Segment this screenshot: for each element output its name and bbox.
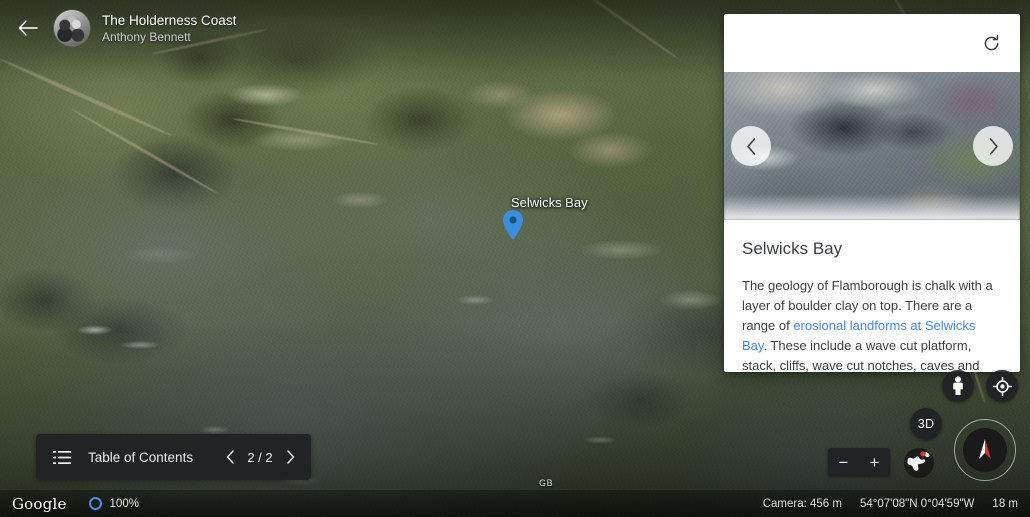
camera-altitude-label: Camera: 456 m (763, 498, 842, 510)
zoom-control: − + (828, 448, 890, 476)
refresh-icon[interactable] (978, 30, 1004, 56)
description-text-part2: . These include a wave cut platform, sta… (742, 338, 980, 372)
map-place-label: Selwicks Bay (511, 195, 588, 210)
google-earth-app: Selwicks Bay GB The Holderness Coast Ant… (0, 0, 1030, 517)
toc-page-counter: 2 / 2 (243, 450, 277, 465)
photo-next-button[interactable] (973, 126, 1013, 166)
loading-progress: 100% (89, 497, 139, 510)
table-of-contents-label: Table of Contents (82, 450, 217, 465)
card-photo-bottom-fade (724, 194, 1020, 220)
card-body: Selwicks Bay The geology of Flamborough … (724, 220, 1020, 372)
project-author-label: Anthony Bennett (102, 29, 236, 45)
zoom-out-button[interactable]: − (831, 449, 857, 475)
my-location-icon[interactable] (986, 370, 1018, 402)
status-bar: Google 100% Camera: 456 m 54°07'08"N 0°0… (0, 490, 1030, 517)
photo-prev-button[interactable] (731, 126, 771, 166)
loading-progress-ring (89, 497, 102, 510)
card-description: The geology of Flamborough is chalk with… (742, 276, 1002, 372)
table-of-contents-bar: Table of Contents 2 / 2 (36, 434, 311, 480)
status-right-group: Camera: 456 m 54°07'08"N 0°04'59"W 18 m (763, 498, 1018, 510)
toc-prev-button[interactable] (217, 442, 243, 472)
avatar-image (54, 10, 90, 46)
page-title: The Holderness Coast (102, 12, 236, 29)
place-info-card: Selwicks Bay The geology of Flamborough … (724, 14, 1020, 372)
map-pin-icon[interactable] (503, 210, 523, 240)
toggle-3d-button[interactable]: 3D (910, 408, 942, 440)
back-arrow-icon[interactable] (14, 14, 42, 42)
compass-needle-icon (963, 428, 1007, 472)
zoom-in-button[interactable]: + (862, 449, 888, 475)
elevation-label: 18 m (992, 498, 1018, 510)
loading-progress-label: 100% (110, 498, 139, 510)
toc-next-button[interactable] (277, 442, 303, 472)
toggle-3d-label: 3D (918, 417, 935, 431)
compass-control[interactable] (954, 419, 1016, 481)
country-attribution-label: GB (539, 478, 553, 488)
card-toolbar (724, 14, 1020, 72)
card-title: Selwicks Bay (742, 238, 1002, 260)
avatar[interactable] (54, 10, 90, 46)
project-header: The Holderness Coast Anthony Bennett (0, 0, 236, 56)
card-photo[interactable] (724, 72, 1020, 220)
hamburger-menu-icon[interactable] (42, 451, 82, 464)
google-logo: Google (12, 495, 67, 513)
coordinates-label: 54°07'08"N 0°04'59"W (860, 498, 974, 510)
globe-earth-icon[interactable] (900, 444, 938, 482)
pegman-street-view-icon[interactable] (942, 370, 974, 402)
header-text-group: The Holderness Coast Anthony Bennett (102, 12, 236, 45)
